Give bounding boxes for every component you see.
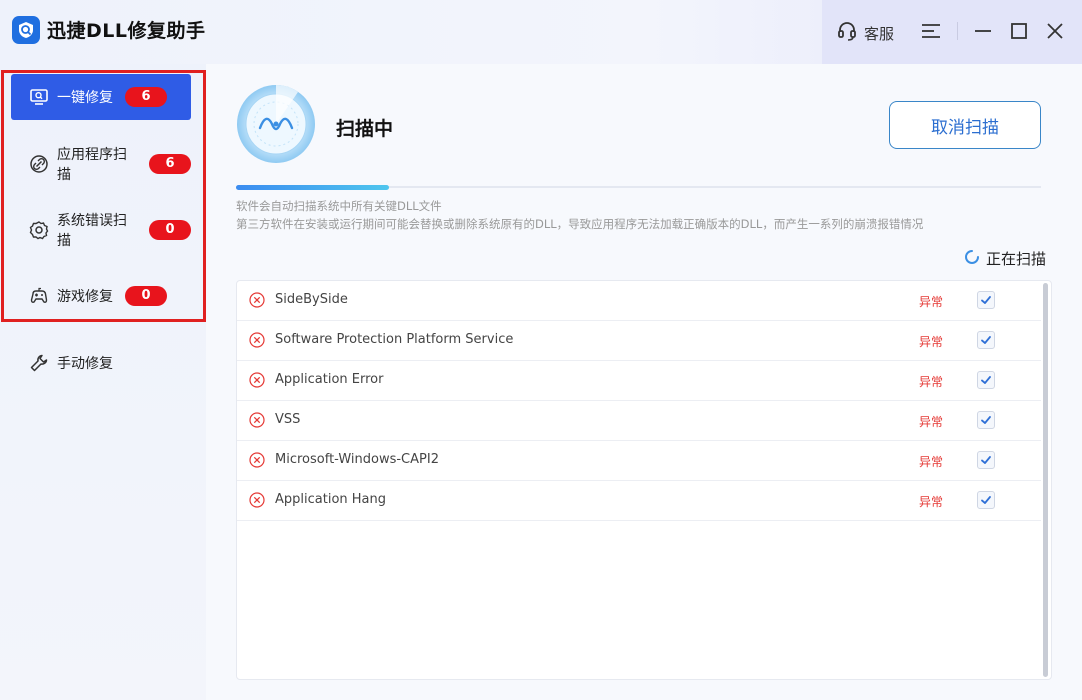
item-status: 异常	[919, 335, 944, 349]
minimize-icon	[975, 30, 991, 32]
customer-service-label: 客服	[864, 24, 895, 43]
checkmark-icon	[981, 296, 991, 304]
sidebar-item-manual-repair[interactable]: 手动修复	[11, 340, 191, 386]
error-circle-icon	[249, 372, 265, 388]
menu-button[interactable]	[920, 20, 942, 42]
list-item[interactable]: Application Hang 异常	[237, 481, 1041, 521]
item-checkbox[interactable]	[977, 451, 995, 469]
item-checkbox[interactable]	[977, 491, 995, 509]
list-item[interactable]: Application Error 异常	[237, 361, 1041, 401]
close-button[interactable]	[1044, 20, 1066, 42]
progress-fill	[236, 185, 389, 190]
item-checkbox[interactable]	[977, 371, 995, 389]
item-name: Software Protection Platform Service	[275, 332, 514, 347]
item-status: 异常	[919, 375, 944, 389]
scan-results-list: SideBySide 异常 Software Protection Platform…	[236, 280, 1052, 680]
checkmark-icon	[981, 336, 991, 344]
error-circle-icon	[249, 292, 265, 308]
main-panel: 扫描中 取消扫描 软件会自动扫描系统中所有关键DLL文件 第三方软件在安装或运行…	[206, 64, 1082, 700]
item-name: SideBySide	[275, 292, 348, 307]
error-circle-icon	[249, 332, 265, 348]
list-item[interactable]: VSS 异常	[237, 401, 1041, 441]
radar-scan-icon	[236, 84, 316, 164]
scanning-indicator: 正在扫描	[964, 248, 1046, 269]
checkmark-icon	[981, 496, 991, 504]
wrench-icon	[29, 353, 49, 373]
cancel-scan-button[interactable]: 取消扫描	[889, 101, 1041, 149]
title-bar: 迅捷DLL修复助手 客服	[0, 0, 1082, 64]
item-status: 异常	[919, 495, 944, 509]
sidebar-item-label: 手动修复	[57, 356, 113, 372]
item-name: VSS	[275, 412, 301, 427]
item-checkbox[interactable]	[977, 411, 995, 429]
list-item[interactable]: SideBySide 异常	[237, 281, 1041, 321]
close-icon	[1047, 23, 1063, 39]
scan-status-title: 扫描中	[336, 118, 394, 140]
error-circle-icon	[249, 412, 265, 428]
app-logo-icon	[12, 16, 40, 44]
item-name: Application Hang	[275, 492, 387, 507]
spinner-icon	[964, 249, 980, 269]
description-line-1: 软件会自动扫描系统中所有关键DLL文件	[236, 199, 442, 213]
item-name: Microsoft-Windows-CAPI2	[275, 452, 439, 467]
list-item[interactable]: Microsoft-Windows-CAPI2 异常	[237, 441, 1041, 481]
error-circle-icon	[249, 492, 265, 508]
checkmark-icon	[981, 456, 991, 464]
description-line-2: 第三方软件在安装或运行期间可能会替换或删除系统原有的DLL，导致应用程序无法加载…	[236, 217, 924, 231]
list-item[interactable]: Software Protection Platform Service 异常	[237, 321, 1041, 361]
item-status: 异常	[919, 295, 944, 309]
checkmark-icon	[981, 376, 991, 384]
item-checkbox[interactable]	[977, 331, 995, 349]
app-title: 迅捷DLL修复助手	[47, 20, 206, 42]
checkmark-icon	[981, 416, 991, 424]
item-checkbox[interactable]	[977, 291, 995, 309]
error-circle-icon	[249, 452, 265, 468]
scanning-label: 正在扫描	[986, 250, 1047, 268]
minimize-button[interactable]	[972, 20, 994, 42]
item-status: 异常	[919, 415, 944, 429]
hamburger-menu-icon	[922, 24, 940, 38]
title-bar-divider	[957, 22, 958, 40]
item-name: Application Error	[275, 372, 384, 387]
list-scrollbar[interactable]	[1043, 283, 1048, 677]
maximize-button[interactable]	[1008, 20, 1030, 42]
app-window: 迅捷DLL修复助手 客服 一键修复 6 应用程序扫描 6 系统错误扫描 0 游戏…	[0, 0, 1082, 700]
maximize-icon	[1011, 23, 1027, 39]
customer-service-button[interactable]: 客服	[836, 20, 894, 46]
item-status: 异常	[919, 455, 944, 469]
headset-icon	[836, 20, 858, 46]
annotation-highlight-box	[1, 70, 206, 322]
